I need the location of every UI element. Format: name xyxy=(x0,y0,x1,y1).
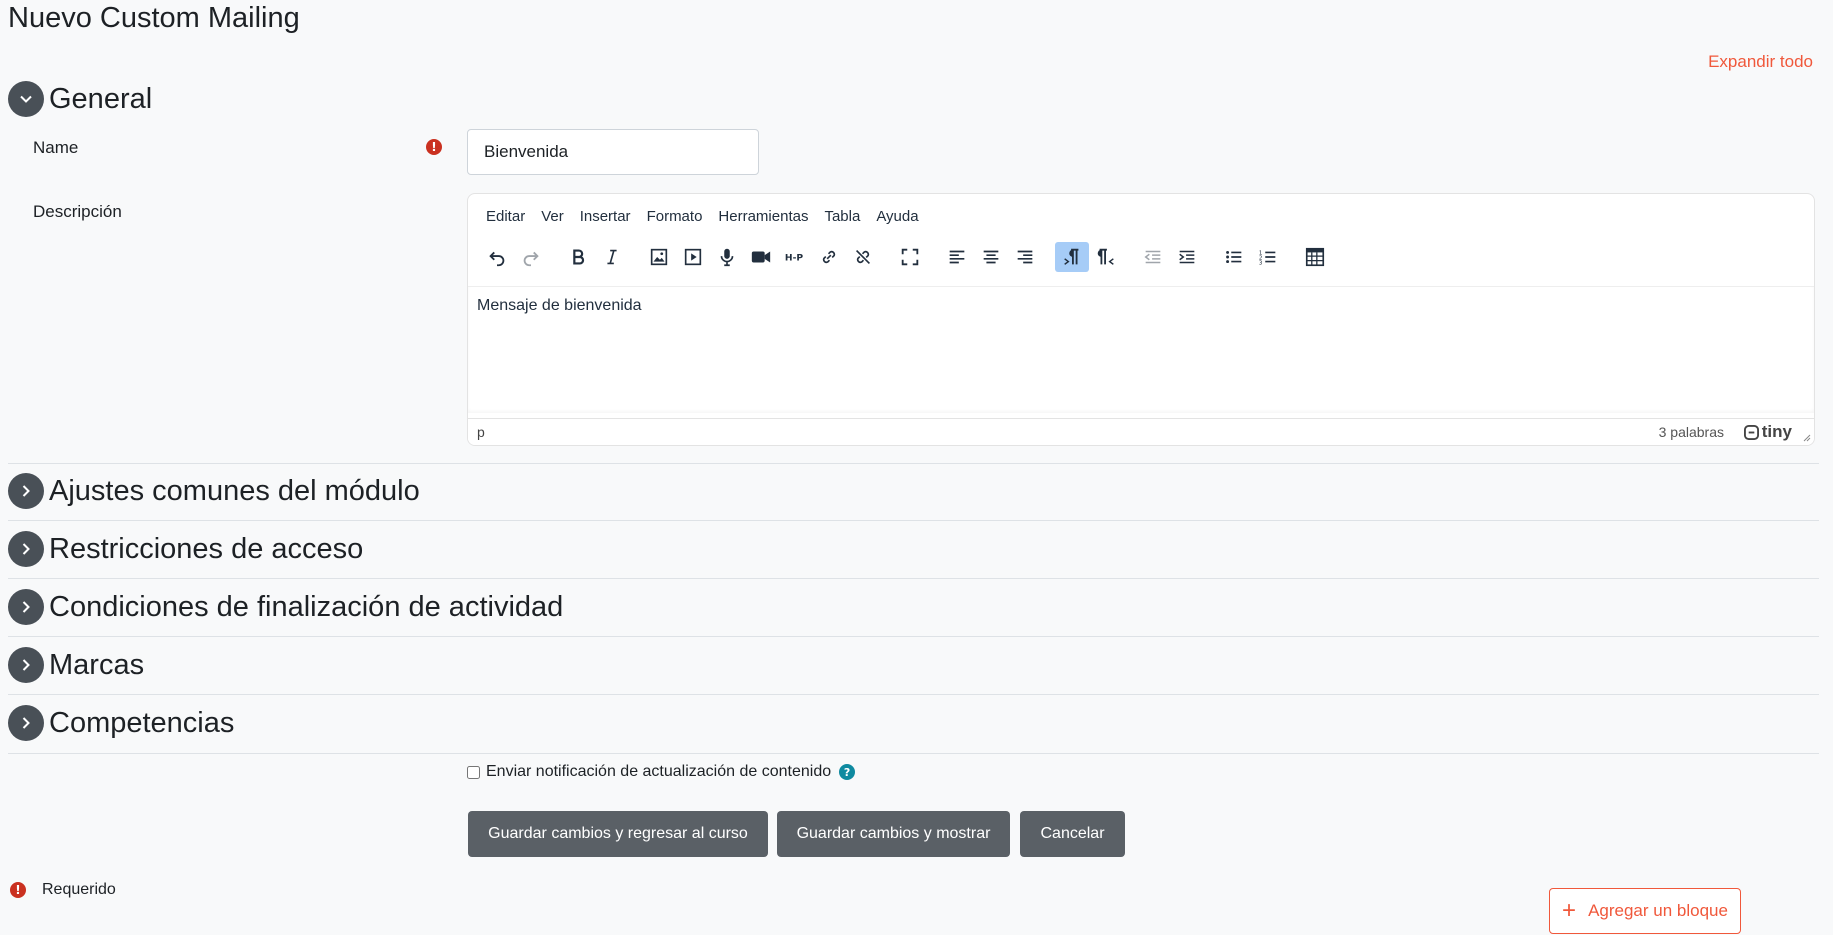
section-divider xyxy=(8,578,1819,579)
section-common-header[interactable]: Ajustes comunes del módulo xyxy=(8,473,420,509)
chevron-right-icon[interactable] xyxy=(8,589,44,625)
video-camera-icon[interactable] xyxy=(744,242,778,272)
section-access-header[interactable]: Restricciones de acceso xyxy=(8,531,363,567)
bold-icon[interactable] xyxy=(561,242,595,272)
h5p-icon[interactable]: H-P xyxy=(778,242,812,272)
outdent-icon[interactable] xyxy=(1136,242,1170,272)
section-competencies-header[interactable]: Competencias xyxy=(8,705,234,741)
name-label: Name xyxy=(33,138,79,157)
section-title-tags: Marcas xyxy=(49,648,145,681)
align-left-icon[interactable] xyxy=(940,242,974,272)
editor-toolbar: H-P 1 2 3 xyxy=(480,242,1332,272)
required-icon: ! xyxy=(426,139,442,155)
section-completion-header[interactable]: Condiciones de finalización de actividad xyxy=(8,589,563,625)
menu-herramientas[interactable]: Herramientas xyxy=(710,208,816,225)
menu-insertar[interactable]: Insertar xyxy=(572,208,639,225)
editor-statusbar: p 3 palabras tiny xyxy=(468,418,1814,445)
section-tags-header[interactable]: Marcas xyxy=(8,647,144,683)
chevron-right-icon[interactable] xyxy=(8,531,44,567)
align-center-icon[interactable] xyxy=(974,242,1008,272)
chevron-down-icon[interactable] xyxy=(8,81,44,117)
add-block-label: Agregar un bloque xyxy=(1588,901,1728,920)
menu-tabla[interactable]: Tabla xyxy=(816,208,868,225)
microphone-icon[interactable] xyxy=(710,242,744,272)
table-icon[interactable] xyxy=(1298,242,1332,272)
section-divider xyxy=(8,520,1819,521)
help-icon[interactable]: ? xyxy=(839,764,856,780)
svg-text:H-P: H-P xyxy=(785,253,803,264)
menu-formato[interactable]: Formato xyxy=(639,208,711,225)
required-text: Requerido xyxy=(42,881,116,898)
tiny-logo[interactable]: tiny xyxy=(1743,422,1792,442)
tiny-brand-icon xyxy=(1743,424,1759,440)
required-note: ! Requerido xyxy=(10,881,116,899)
section-title-general: General xyxy=(49,82,153,115)
unlink-icon[interactable] xyxy=(846,242,880,272)
editor-content-area[interactable]: Mensaje de bienvenida xyxy=(468,286,1814,413)
editor-menubar: Editar Ver Insertar Formato Herramientas… xyxy=(478,208,927,225)
add-block-button[interactable]: + Agregar un bloque xyxy=(1549,888,1741,934)
media-icon[interactable] xyxy=(676,242,710,272)
svg-text:3: 3 xyxy=(1259,260,1263,266)
notify-checkbox[interactable] xyxy=(467,765,480,779)
section-general-header[interactable]: General xyxy=(8,81,152,117)
section-divider xyxy=(8,694,1819,695)
required-icon: ! xyxy=(10,882,26,898)
section-title-competencies: Competencias xyxy=(49,706,235,739)
page-title: Nuevo Custom Mailing xyxy=(8,2,300,34)
undo-icon[interactable] xyxy=(480,242,514,272)
rich-text-editor: Editar Ver Insertar Formato Herramientas… xyxy=(467,193,1815,446)
notify-label[interactable]: Enviar notificación de actualización de … xyxy=(486,763,831,781)
plus-icon: + xyxy=(1562,897,1577,924)
section-divider xyxy=(8,463,1819,464)
section-title-common: Ajustes comunes del módulo xyxy=(49,474,420,507)
menu-ayuda[interactable]: Ayuda xyxy=(868,208,926,225)
rtl-direction-icon[interactable] xyxy=(1089,242,1123,272)
indent-icon[interactable] xyxy=(1170,242,1204,272)
cancel-button[interactable]: Cancelar xyxy=(1020,811,1125,857)
italic-icon[interactable] xyxy=(595,242,629,272)
redo-icon[interactable] xyxy=(514,242,548,272)
align-right-icon[interactable] xyxy=(1008,242,1042,272)
menu-ver[interactable]: Ver xyxy=(533,208,572,225)
link-icon[interactable] xyxy=(812,242,846,272)
ltr-direction-icon[interactable] xyxy=(1055,242,1089,272)
save-return-button[interactable]: Guardar cambios y regresar al curso xyxy=(468,811,768,857)
word-count[interactable]: 3 palabras xyxy=(1659,424,1724,440)
resize-handle-icon[interactable] xyxy=(1801,432,1811,442)
section-divider xyxy=(8,636,1819,637)
expand-all-link[interactable]: Expandir todo xyxy=(1708,52,1813,72)
page-container: Nuevo Custom Mailing Expandir todo Gener… xyxy=(0,0,1833,935)
save-show-button[interactable]: Guardar cambios y mostrar xyxy=(777,811,1010,857)
name-input[interactable] xyxy=(467,129,759,175)
chevron-right-icon[interactable] xyxy=(8,473,44,509)
description-label: Descripción xyxy=(33,202,122,221)
element-path[interactable]: p xyxy=(477,424,485,440)
section-title-access: Restricciones de acceso xyxy=(49,532,364,565)
menu-editar[interactable]: Editar xyxy=(478,208,533,225)
image-icon[interactable] xyxy=(642,242,676,272)
numbered-list-icon[interactable]: 123 xyxy=(1251,242,1285,272)
bullet-list-icon[interactable] xyxy=(1217,242,1251,272)
notify-row: Enviar notificación de actualización de … xyxy=(467,763,856,781)
section-title-completion: Condiciones de finalización de actividad xyxy=(49,590,564,623)
chevron-right-icon[interactable] xyxy=(8,705,44,741)
fullscreen-icon[interactable] xyxy=(893,242,927,272)
section-divider xyxy=(8,753,1819,754)
tiny-brand-text: tiny xyxy=(1761,422,1792,441)
chevron-right-icon[interactable] xyxy=(8,647,44,683)
editor-content[interactable]: Mensaje de bienvenida xyxy=(477,297,642,315)
